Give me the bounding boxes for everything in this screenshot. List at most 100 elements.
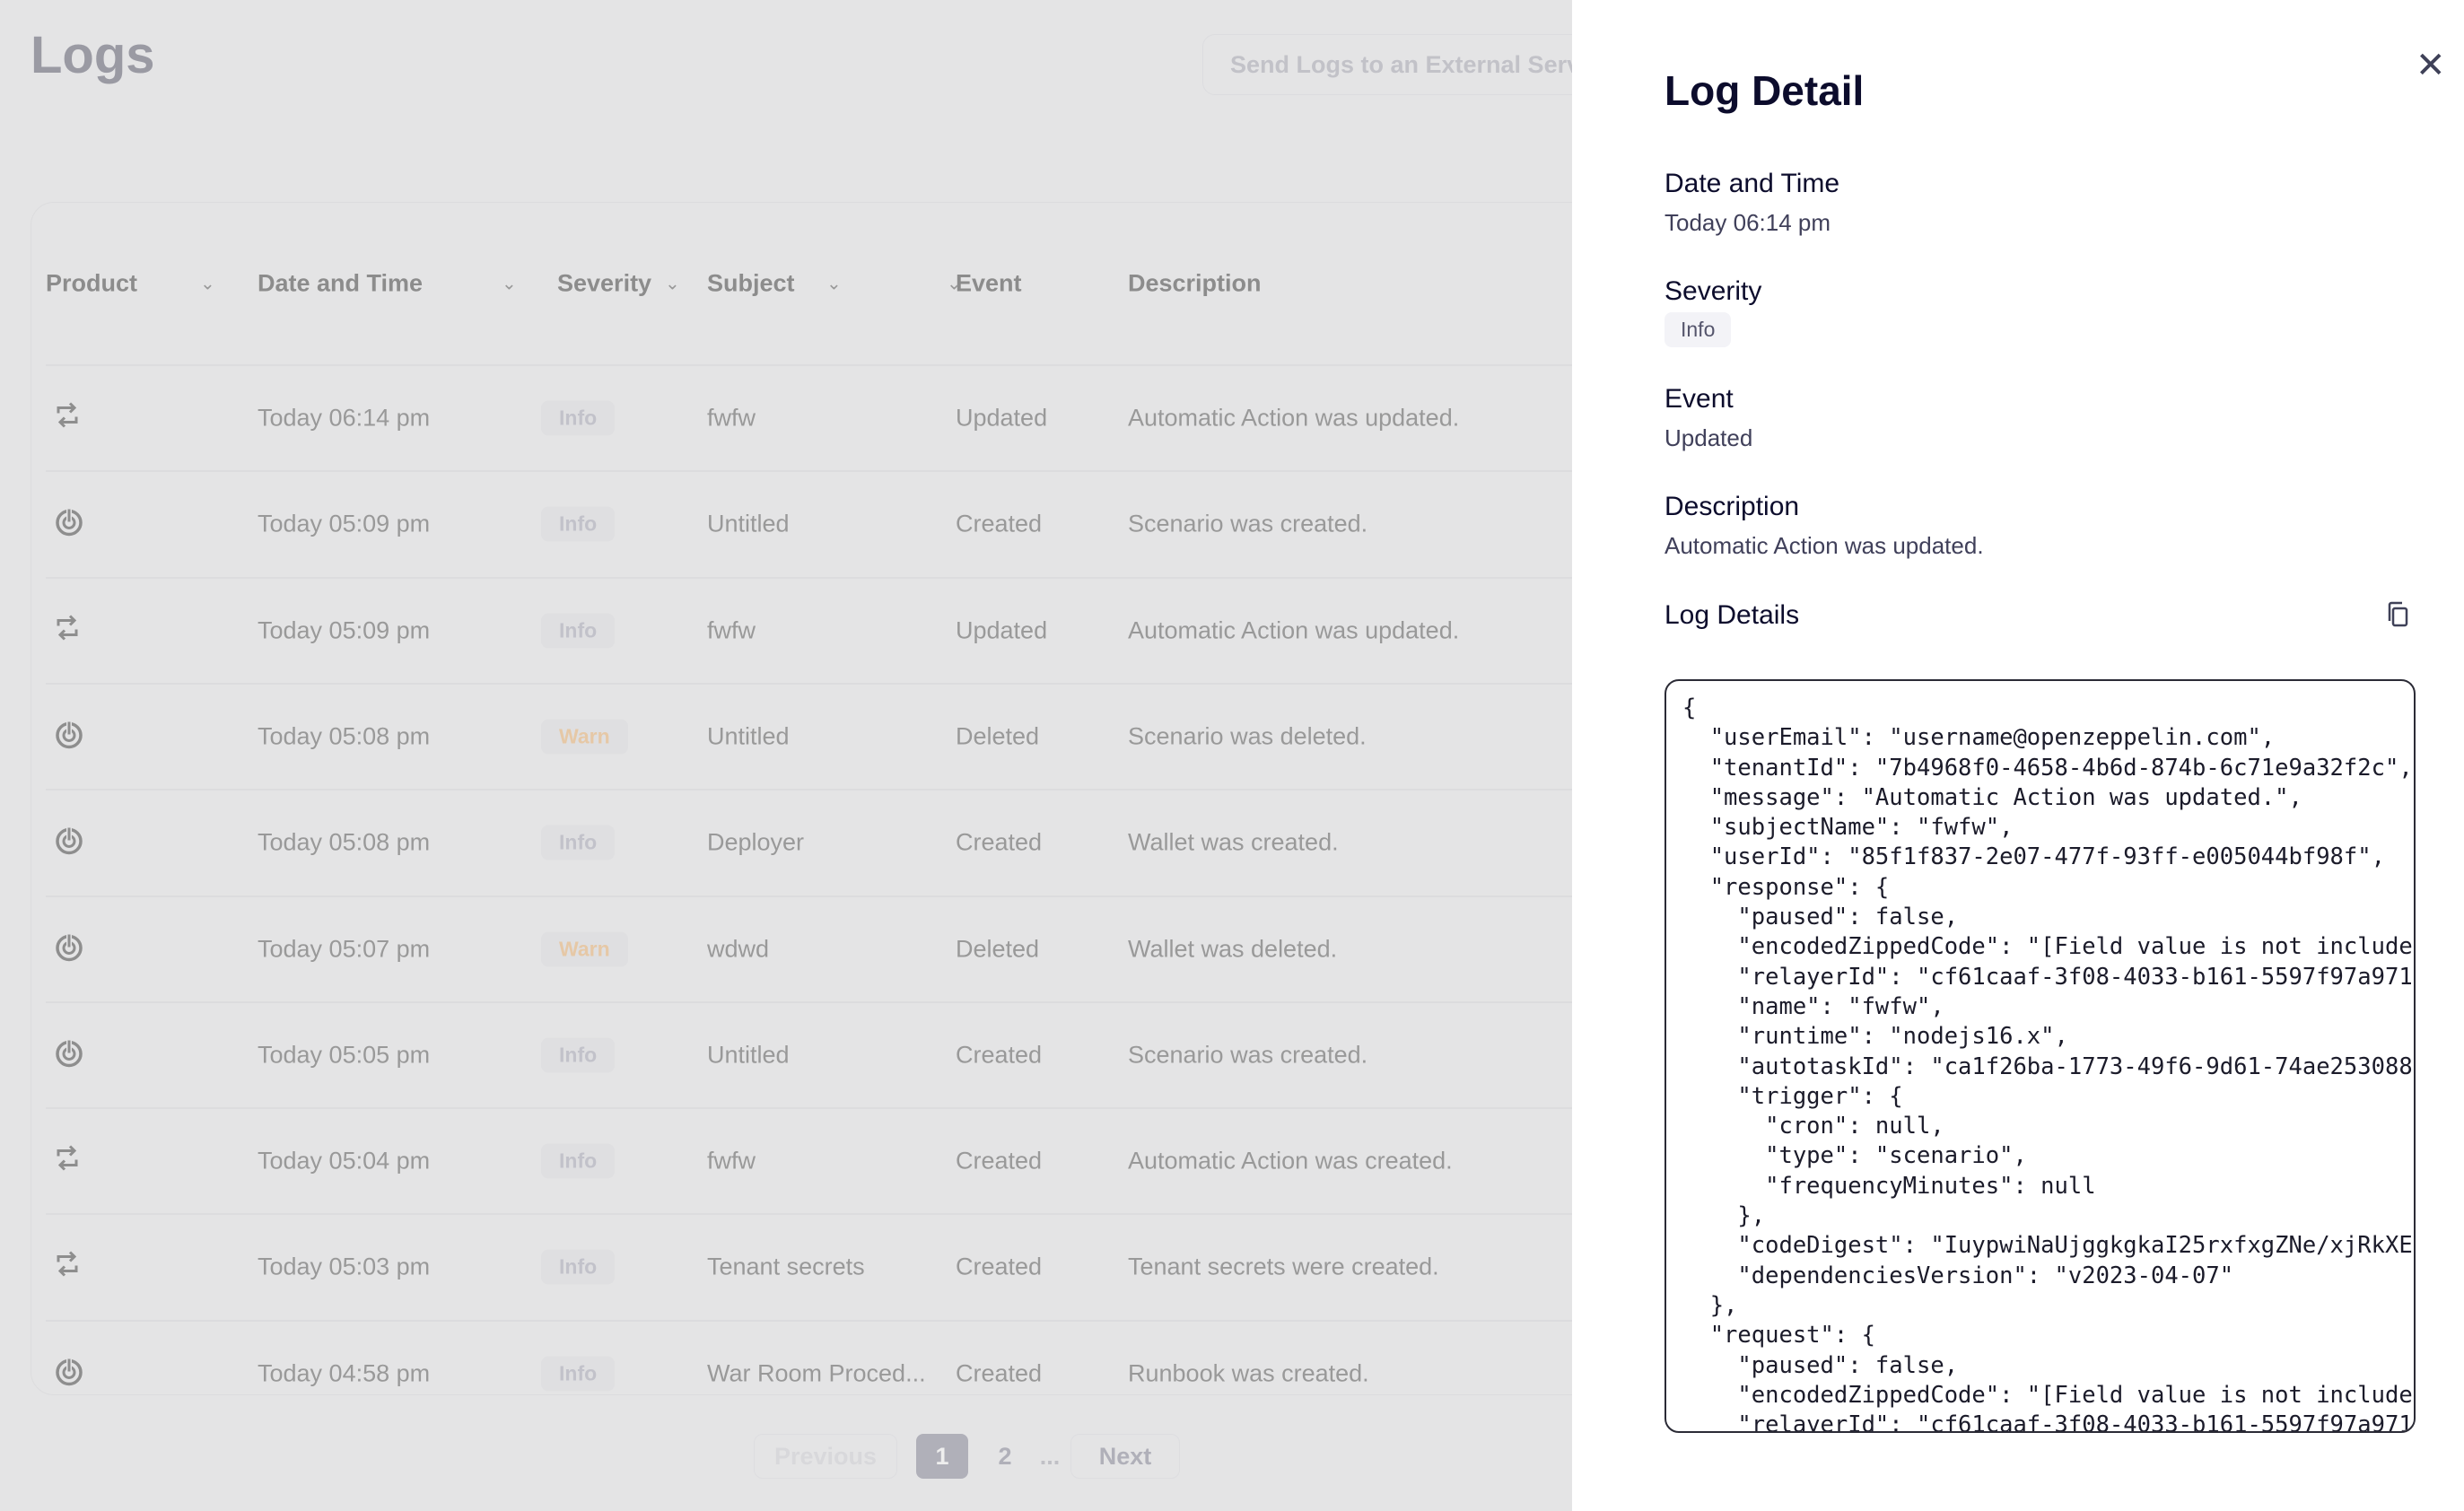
pagination-ellipsis: ... (1039, 1442, 1061, 1470)
table-row[interactable]: Today 05:07 pm Warn wdwd Deleted Wallet … (46, 895, 1645, 1001)
row-event: Updated (956, 404, 1048, 432)
severity-badge: Info (1665, 312, 1732, 347)
row-date: Today 04:58 pm (258, 1359, 431, 1387)
row-date: Today 06:14 pm (258, 404, 431, 432)
table-row[interactable]: Today 05:08 pm Info Deployer Created Wal… (46, 789, 1645, 895)
row-description: Wallet was created. (1128, 828, 1339, 856)
row-event: Deleted (956, 935, 1040, 962)
row-date: Today 05:09 pm (258, 510, 431, 537)
chevron-down-icon[interactable]: ⌄ (665, 273, 680, 295)
severity-badge: Info (541, 1037, 616, 1073)
row-subject: Untitled (707, 1041, 790, 1069)
row-subject: fwfw (707, 404, 756, 432)
row-description: Scenario was deleted. (1128, 722, 1367, 750)
column-header-subject[interactable]: Subject (707, 270, 795, 298)
severity-badge: Info (541, 613, 616, 649)
page-title: Logs (31, 26, 155, 84)
description-value: Automatic Action was updated. (1665, 532, 1984, 559)
row-date: Today 05:09 pm (258, 616, 431, 644)
row-event: Deleted (956, 722, 1040, 750)
row-subject: wdwd (707, 935, 770, 962)
row-event: Created (956, 1253, 1043, 1280)
column-header-date-and-time[interactable]: Date and Time (258, 270, 423, 298)
row-description: Automatic Action was created. (1128, 1147, 1453, 1175)
previous-button[interactable]: Previous (754, 1434, 897, 1479)
repeat-icon (55, 1250, 80, 1285)
chevron-down-icon[interactable]: ⌄ (200, 273, 215, 295)
table-row[interactable]: Today 05:09 pm Info fwfw Updated Automat… (46, 576, 1645, 683)
column-header-severity[interactable]: Severity (557, 270, 651, 298)
severity-badge: Info (541, 1356, 616, 1392)
description-label: Description (1665, 492, 1800, 521)
table-row[interactable]: Today 04:58 pm Info War Room Proced... C… (46, 1319, 1645, 1426)
close-icon[interactable]: ✕ (2416, 45, 2446, 86)
column-header-product[interactable]: Product (46, 270, 137, 298)
power-icon (55, 825, 83, 861)
row-date: Today 05:03 pm (258, 1253, 431, 1280)
power-icon (55, 1036, 83, 1073)
severity-label: Severity (1665, 276, 1762, 306)
severity-badge: Info (541, 1143, 616, 1179)
log-json-viewer[interactable]: { "userEmail": "username@openzeppelin.co… (1665, 679, 2416, 1433)
row-description: Runbook was created. (1128, 1359, 1369, 1387)
page-1-button[interactable]: 1 (916, 1434, 968, 1479)
row-description: Scenario was created. (1128, 510, 1368, 537)
repeat-icon (55, 613, 80, 648)
table-row[interactable]: Today 05:05 pm Info Untitled Created Sce… (46, 1000, 1645, 1107)
row-subject: Untitled (707, 510, 790, 537)
row-event: Created (956, 510, 1043, 537)
table-row[interactable]: Today 05:08 pm Warn Untitled Deleted Sce… (46, 682, 1645, 789)
row-date: Today 05:04 pm (258, 1147, 431, 1175)
row-description: Wallet was deleted. (1128, 935, 1338, 962)
table-row[interactable]: Today 06:14 pm Info fwfw Updated Automat… (46, 364, 1645, 470)
row-description: Automatic Action was updated. (1128, 404, 1460, 432)
chevron-down-icon[interactable]: ⌄ (502, 273, 517, 295)
event-label: Event (1665, 384, 1734, 414)
chevron-down-icon[interactable]: ⌄ (826, 273, 842, 295)
row-date: Today 05:08 pm (258, 722, 431, 750)
table-row[interactable]: Today 05:03 pm Info Tenant secrets Creat… (46, 1213, 1645, 1319)
log-json-text: { "userEmail": "username@openzeppelin.co… (1682, 694, 2414, 1433)
row-event: Created (956, 1041, 1043, 1069)
chevron-down-icon[interactable]: ⌄ (947, 273, 962, 295)
row-event: Created (956, 1359, 1043, 1387)
repeat-icon (55, 1144, 80, 1179)
table-row[interactable]: Today 05:04 pm Info fwfw Created Automat… (46, 1107, 1645, 1213)
power-icon (55, 506, 83, 543)
column-header-description[interactable]: Description (1128, 270, 1262, 298)
severity-badge: Info (541, 825, 616, 860)
row-subject: Tenant secrets (707, 1253, 865, 1280)
row-event: Updated (956, 616, 1048, 644)
page-2-button[interactable]: 2 (987, 1434, 1023, 1479)
row-subject: Deployer (707, 828, 805, 856)
date-value: Today 06:14 pm (1665, 209, 1831, 236)
logs-table: Product ⌄ Date and Time ⌄ Severity ⌄ Subject ⌄ E… (31, 202, 1646, 1395)
table-header: Product ⌄ Date and Time ⌄ Severity ⌄ Subject ⌄ E… (46, 203, 1645, 364)
row-date: Today 05:05 pm (258, 1041, 431, 1069)
row-subject: War Room Proced... (707, 1359, 926, 1387)
date-label: Date and Time (1665, 169, 1840, 198)
power-icon (55, 718, 83, 755)
row-description: Tenant secrets were created. (1128, 1253, 1439, 1280)
log-details-label: Log Details (1665, 600, 1800, 630)
row-event: Created (956, 1147, 1043, 1175)
panel-title: Log Detail (1665, 67, 1865, 114)
event-value: Updated (1665, 424, 1753, 451)
send-logs-external-button[interactable]: Send Logs to an External Service (1202, 34, 1615, 95)
severity-badge: Warn (541, 931, 628, 966)
severity-badge: Info (541, 1249, 616, 1285)
column-header-event[interactable]: Event (956, 270, 1022, 298)
power-icon (55, 930, 83, 967)
row-description: Automatic Action was updated. (1128, 616, 1460, 644)
row-subject: fwfw (707, 1147, 756, 1175)
row-date: Today 05:07 pm (258, 935, 431, 962)
row-subject: Untitled (707, 722, 790, 750)
row-description: Scenario was created. (1128, 1041, 1368, 1069)
severity-badge: Info (541, 506, 616, 542)
row-date: Today 05:08 pm (258, 828, 431, 856)
severity-badge: Info (541, 400, 616, 436)
repeat-icon (55, 401, 80, 436)
copy-icon[interactable] (2387, 601, 2410, 628)
next-button[interactable]: Next (1070, 1434, 1180, 1479)
table-row[interactable]: Today 05:09 pm Info Untitled Created Sce… (46, 470, 1645, 576)
